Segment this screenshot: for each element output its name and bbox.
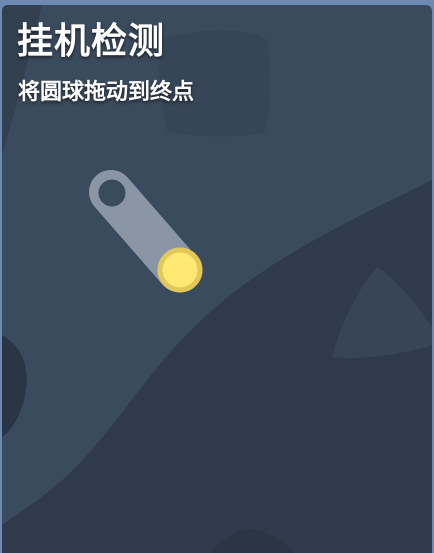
drag-puzzle: [89, 170, 203, 293]
drag-ball[interactable]: [157, 247, 203, 293]
outer-background: 挂机检测 将圆球拖动到终点: [0, 0, 434, 553]
afk-check-dialog: 挂机检测 将圆球拖动到终点: [2, 5, 432, 553]
target-endpoint-icon: [95, 176, 129, 210]
